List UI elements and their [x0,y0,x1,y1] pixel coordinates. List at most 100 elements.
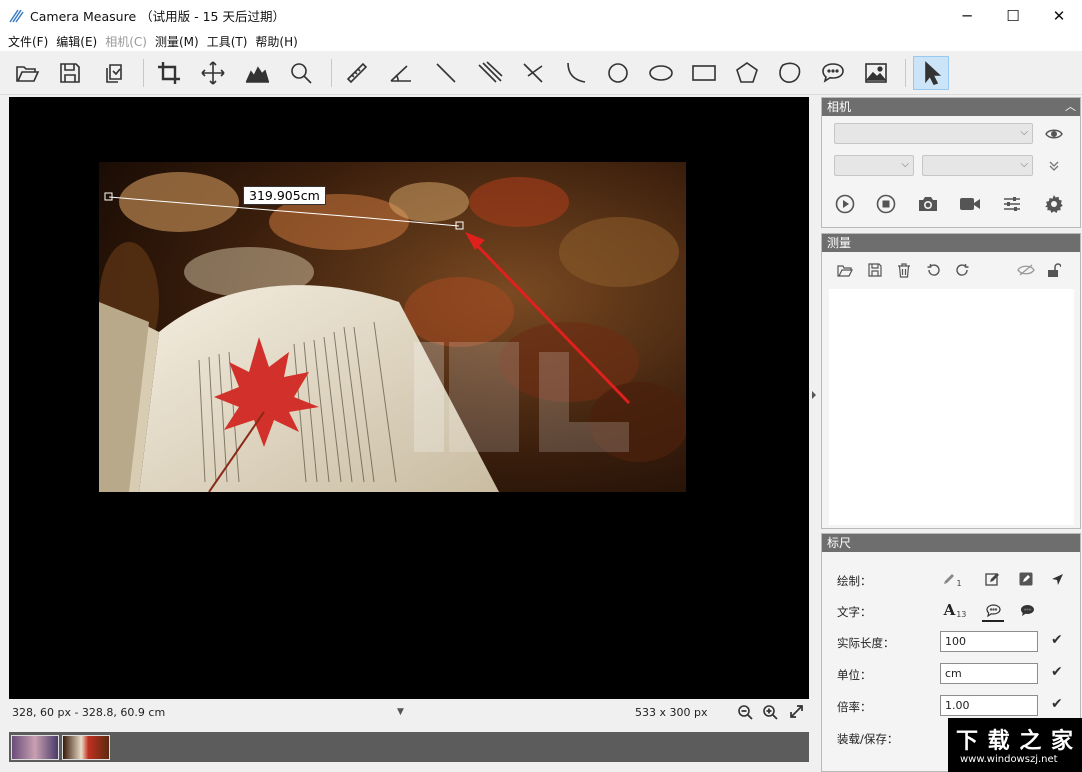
gear-icon[interactable] [1042,193,1066,215]
angle-icon[interactable] [383,56,419,90]
image-size: 533 x 300 px [635,705,708,719]
close-button[interactable]: ✕ [1036,0,1082,31]
real-length-input[interactable]: 100 [940,631,1038,652]
camera-select[interactable]: ⌵ [834,123,1033,144]
unit-label: 单位： [837,668,872,682]
image-viewport[interactable]: 319.905cm [9,97,809,699]
measure-panel-title: 测量 [827,236,852,250]
watermark-url: www.windowszj.net [960,754,1058,765]
resolution-select[interactable]: ⌵ [834,155,914,176]
ruler-panel-title: 标尺 [827,536,852,550]
closed-curve-icon[interactable] [772,56,808,90]
confirm-unit-icon[interactable]: ✔ [1051,664,1063,680]
undo-icon[interactable] [924,262,942,278]
font-icon[interactable]: A 13 [940,600,970,620]
pointer-icon[interactable] [913,56,949,90]
menu-help[interactable]: 帮助(H) [251,33,301,50]
measure-panel-header: 测量 [822,234,1080,252]
open-folder-icon[interactable] [836,262,854,278]
menu-file[interactable]: 文件(F) [4,33,52,50]
edit-square-icon[interactable] [1017,570,1035,588]
image-icon[interactable] [858,56,894,90]
save-icon[interactable] [866,262,884,278]
save-icon[interactable] [52,56,88,90]
measurement-overlay [104,192,631,405]
window-title: Camera Measure （试用版 - 15 天后过期） [30,9,285,24]
minimize-button[interactable]: ─ [944,0,990,31]
panel-splitter[interactable] [810,97,820,699]
chevron-down-icon: ⌵ [1020,159,1028,170]
load-save-label: 装载/保存： [837,732,899,746]
watermark-title: 下 载 之 家 [956,728,1074,754]
thumbnail-1[interactable] [11,735,59,760]
eye-icon[interactable] [1044,124,1064,144]
comment-icon[interactable] [815,56,851,90]
camera-panel: 相机 ︿ ⌵ ⌵ ⌵ [821,97,1081,228]
ruler-icon[interactable] [339,56,375,90]
ruler-panel-header: 标尺 [822,534,1080,552]
stop-icon[interactable] [875,193,897,215]
camera-panel-title: 相机 [827,100,852,114]
measurement-list[interactable] [829,289,1074,525]
pencil-icon[interactable]: 1 [940,570,964,588]
video-icon[interactable] [958,193,982,215]
expand-more-icon[interactable] [1044,156,1064,176]
crop-icon[interactable] [151,56,187,90]
watermark-logo: 下 载 之 家 www.windowszj.net [948,718,1082,772]
confirm-ratio-icon[interactable]: ✔ [1051,696,1063,712]
line-width-value: 1 [956,578,962,588]
collapse-icon[interactable]: ︿ [1065,98,1076,116]
fit-screen-icon[interactable] [789,704,804,722]
menu-edit[interactable]: 编辑(E) [52,33,101,50]
camera-panel-header: 相机 ︿ [822,98,1080,116]
maximize-button[interactable]: ☐ [990,0,1036,31]
edit-icon[interactable] [983,570,1001,588]
magnifier-icon[interactable] [283,56,319,90]
status-bar: 328, 60 px - 328.8, 60.9 cm ▼ 533 x 300 … [9,700,809,724]
zoom-out-icon[interactable] [737,704,753,723]
unit-input[interactable]: cm [940,663,1038,684]
status-dropdown-icon[interactable]: ▼ [397,707,404,717]
play-icon[interactable] [834,193,856,215]
font-size-value: 13 [956,609,967,619]
app-icon [8,8,24,24]
hide-icon[interactable] [1016,262,1036,278]
pentagon-icon[interactable] [729,56,765,90]
cursor-position: 328, 60 px - 328.8, 60.9 cm [12,705,166,719]
measurement-label[interactable]: 319.905cm [243,186,326,205]
camera-icon[interactable] [916,193,940,215]
move-icon[interactable] [195,56,231,90]
copy-icon[interactable] [96,56,132,90]
histogram-icon[interactable] [239,56,275,90]
trash-icon[interactable] [895,262,913,278]
title-bar: Camera Measure （试用版 - 15 天后过期） ─ ☐ ✕ [0,0,1082,31]
real-length-label: 实际长度： [837,636,895,650]
measure-panel: 测量 [821,233,1081,529]
redo-icon[interactable] [953,262,971,278]
menu-camera[interactable]: 相机(C) [101,33,151,50]
cross-lines-icon[interactable] [515,56,551,90]
comment-outline-icon[interactable] [982,600,1004,622]
toolbar [0,51,1082,95]
ratio-input[interactable]: 1.00 [940,695,1038,716]
thumbnail-2[interactable] [62,735,110,760]
parallel-lines-icon[interactable] [472,56,508,90]
rectangle-icon[interactable] [686,56,722,90]
unlock-icon[interactable] [1045,262,1063,278]
adjust-settings-icon[interactable] [1000,193,1024,215]
zoom-in-icon[interactable] [762,704,778,723]
menu-tools[interactable]: 工具(T) [203,33,252,50]
format-select[interactable]: ⌵ [922,155,1033,176]
thumbnail-strip [9,732,809,762]
ellipse-icon[interactable] [643,56,679,90]
arc-icon[interactable] [557,56,593,90]
comment-filled-icon[interactable] [1016,600,1038,620]
menu-bar: 文件(F) 编辑(E) 相机(C) 测量(M) 工具(T) 帮助(H) [0,31,1082,51]
chevron-down-icon: ⌵ [901,159,909,170]
menu-measure[interactable]: 测量(M) [151,33,203,50]
circle-icon[interactable] [600,56,636,90]
line-icon[interactable] [428,56,464,90]
confirm-length-icon[interactable]: ✔ [1051,632,1063,648]
navigation-arrow-icon[interactable] [1048,570,1066,588]
open-folder-icon[interactable] [9,56,45,90]
